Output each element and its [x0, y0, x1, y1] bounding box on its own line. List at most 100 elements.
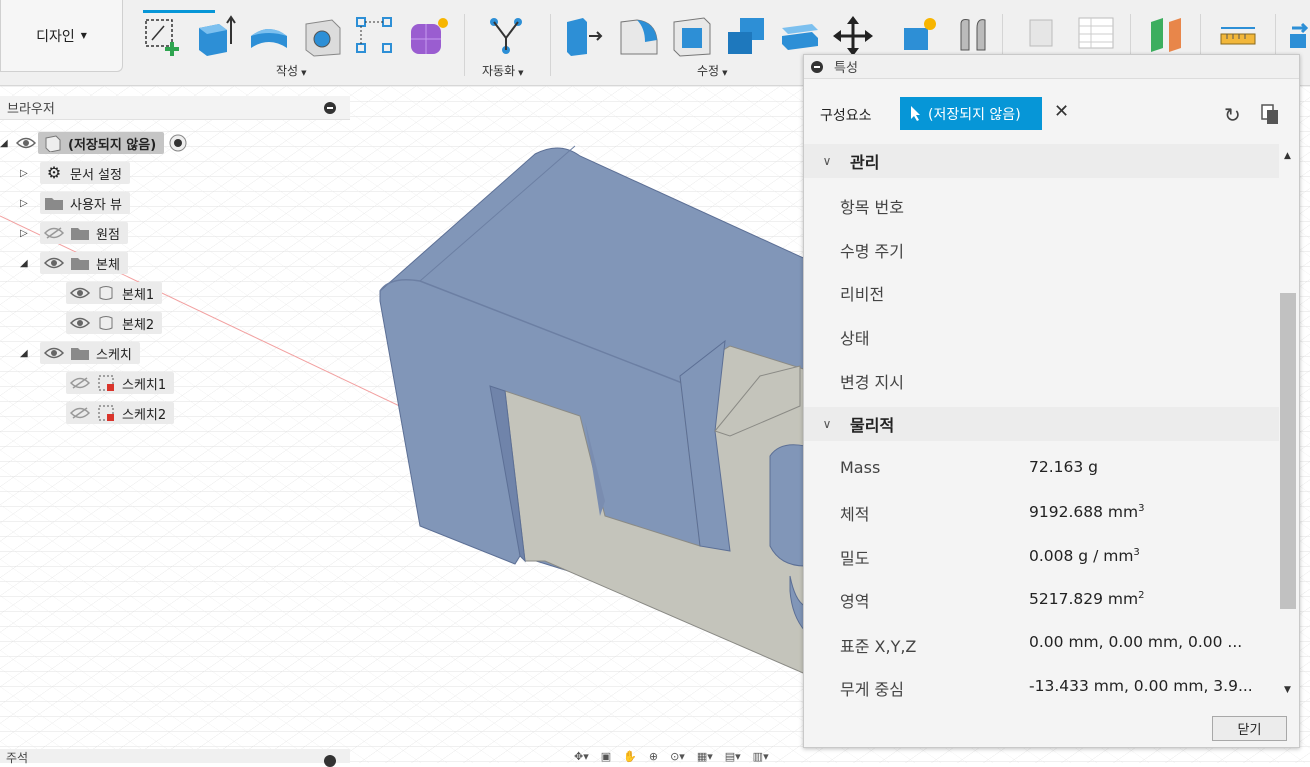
tree-item-body1[interactable]: 본체1	[66, 281, 163, 305]
refresh-icon[interactable]: ↻	[1224, 103, 1241, 127]
prop-label-origin-xyz: 표준 X,Y,Z	[840, 637, 917, 656]
expand-triangle-icon[interactable]: ▷	[20, 168, 34, 179]
section-analysis-icon[interactable]	[1145, 14, 1189, 52]
tree-item-named-views[interactable]: ▷ 사용자 뷰	[20, 191, 130, 215]
create-menu[interactable]: 작성 ▼	[276, 62, 306, 79]
chevron-down-icon: ∨	[822, 417, 832, 431]
collapse-triangle-icon[interactable]: ◢	[20, 348, 34, 359]
root-component-chip[interactable]: (저장되지 않음)	[38, 132, 165, 154]
tree-chip[interactable]: ⚙ 문서 설정	[40, 162, 130, 184]
shell-icon[interactable]	[670, 14, 714, 58]
automate-menu-label: 자동화	[482, 64, 516, 78]
collapse-icon[interactable]	[324, 102, 336, 114]
tree-chip[interactable]: 스케치	[40, 342, 140, 364]
zoom-icon[interactable]: ⊕	[649, 750, 658, 763]
press-pull-icon[interactable]	[563, 14, 607, 58]
prop-label-area: 영역	[840, 592, 870, 611]
create-menu-label: 작성	[276, 64, 299, 78]
tree-chip[interactable]: 본체	[40, 252, 128, 274]
modify-menu[interactable]: 수정 ▼	[697, 62, 727, 79]
eye-hidden-icon[interactable]	[44, 227, 64, 239]
tree-chip[interactable]: 본체1	[66, 282, 163, 304]
collapse-triangle-icon[interactable]: ◢	[20, 258, 34, 269]
align-icon[interactable]	[1022, 14, 1062, 52]
insert-icon[interactable]	[1288, 14, 1310, 52]
tree-root[interactable]: ◢ (저장되지 않음)	[0, 131, 188, 155]
comments-panel-header[interactable]: 주석	[0, 749, 350, 767]
tree-label-bodies: 본체	[96, 257, 120, 273]
eye-hidden-icon[interactable]	[70, 377, 90, 389]
eye-icon[interactable]	[70, 287, 90, 299]
tree-item-sketch1[interactable]: 스케치1	[66, 371, 175, 395]
browser-title: 브라우저	[7, 102, 55, 117]
prop-label-mass: Mass	[840, 458, 881, 477]
viewports-icon[interactable]: ▥▾	[753, 750, 769, 763]
offset-face-icon[interactable]	[778, 14, 822, 58]
properties-title: 특성	[834, 61, 858, 76]
scrollbar-thumb[interactable]	[1280, 293, 1296, 609]
create-sketch-icon[interactable]	[140, 14, 184, 58]
activate-radio-icon[interactable]	[168, 133, 188, 153]
manage-section-header[interactable]: ∨ 관리	[804, 144, 1279, 178]
fillet-icon[interactable]	[617, 14, 661, 58]
joint-icon[interactable]	[953, 14, 993, 52]
properties-panel-header[interactable]: 특성	[804, 55, 1299, 79]
tree-label-sketch2: 스케치2	[122, 407, 167, 423]
expand-triangle-icon[interactable]: ▷	[20, 228, 34, 239]
browser-panel-header[interactable]: 브라우저	[0, 96, 350, 120]
scroll-down-icon[interactable]: ▼	[1284, 685, 1291, 695]
tree-chip[interactable]: 본체2	[66, 312, 163, 334]
grid-settings-icon[interactable]: ▤▾	[725, 750, 741, 763]
workspace-switcher[interactable]: 디자인 ▼	[0, 0, 123, 72]
display-settings-icon[interactable]: ▦▾	[697, 750, 713, 763]
combine-icon[interactable]	[724, 14, 768, 58]
automate-icon[interactable]	[484, 14, 528, 58]
chevron-down-icon: ∨	[822, 154, 832, 168]
tree-chip[interactable]: 사용자 뷰	[40, 192, 130, 214]
automate-menu[interactable]: 자동화 ▼	[482, 62, 524, 79]
fit-icon[interactable]: ⊙▾	[670, 750, 685, 763]
selection-chip[interactable]: (저장되지 않음)	[900, 97, 1042, 130]
tree-item-origin[interactable]: ▷ 원점	[20, 221, 128, 245]
copy-icon[interactable]	[1260, 103, 1280, 125]
tree-chip[interactable]: 스케치2	[66, 402, 175, 424]
eye-hidden-icon[interactable]	[70, 407, 90, 419]
tree-item-body2[interactable]: 본체2	[66, 311, 163, 335]
physical-section-header[interactable]: ∨ 물리적	[804, 407, 1279, 441]
clear-selection-icon[interactable]: ✕	[1054, 101, 1069, 122]
expand-triangle-icon[interactable]: ▷	[20, 198, 34, 209]
table-icon[interactable]	[1075, 14, 1119, 52]
hole-icon[interactable]	[300, 14, 344, 58]
measure-icon[interactable]	[1217, 14, 1261, 52]
eye-icon[interactable]	[44, 347, 64, 359]
tree-item-bodies[interactable]: ◢ 본체	[20, 251, 128, 275]
eye-icon[interactable]	[16, 137, 36, 149]
tree-item-sketches[interactable]: ◢ 스케치	[20, 341, 140, 365]
collapse-icon[interactable]	[811, 61, 823, 73]
pan-icon[interactable]: ✋	[623, 750, 637, 763]
eye-icon[interactable]	[44, 257, 64, 269]
collapse-triangle-icon[interactable]: ◢	[0, 138, 14, 149]
folder-icon	[71, 228, 89, 240]
prop-value-origin-xyz: 0.00 mm, 0.00 mm, 0.00 ...	[1029, 633, 1243, 651]
tree-chip[interactable]: 원점	[40, 222, 128, 244]
form-icon[interactable]	[407, 14, 451, 58]
tree-item-document-settings[interactable]: ▷ ⚙ 문서 설정	[20, 161, 130, 185]
move-icon[interactable]	[831, 14, 875, 58]
gear-icon: ⚙	[46, 163, 62, 182]
group-divider	[464, 14, 465, 76]
tree-chip[interactable]: 스케치1	[66, 372, 175, 394]
folder-icon	[71, 258, 89, 270]
pattern-icon[interactable]	[353, 14, 397, 58]
collapse-icon[interactable]	[324, 755, 336, 767]
eye-icon[interactable]	[70, 317, 90, 329]
prop-value-density-exp: 3	[1133, 547, 1140, 558]
scroll-up-icon[interactable]: ▲	[1284, 151, 1291, 161]
look-at-icon[interactable]: ▣	[601, 750, 611, 763]
tree-item-sketch2[interactable]: 스케치2	[66, 401, 175, 425]
close-button[interactable]: 닫기	[1212, 716, 1287, 741]
extrude-icon[interactable]	[193, 14, 237, 58]
revolve-icon[interactable]	[247, 14, 291, 58]
new-component-icon[interactable]	[898, 14, 942, 52]
orbit-icon[interactable]: ✥▾	[574, 750, 589, 763]
